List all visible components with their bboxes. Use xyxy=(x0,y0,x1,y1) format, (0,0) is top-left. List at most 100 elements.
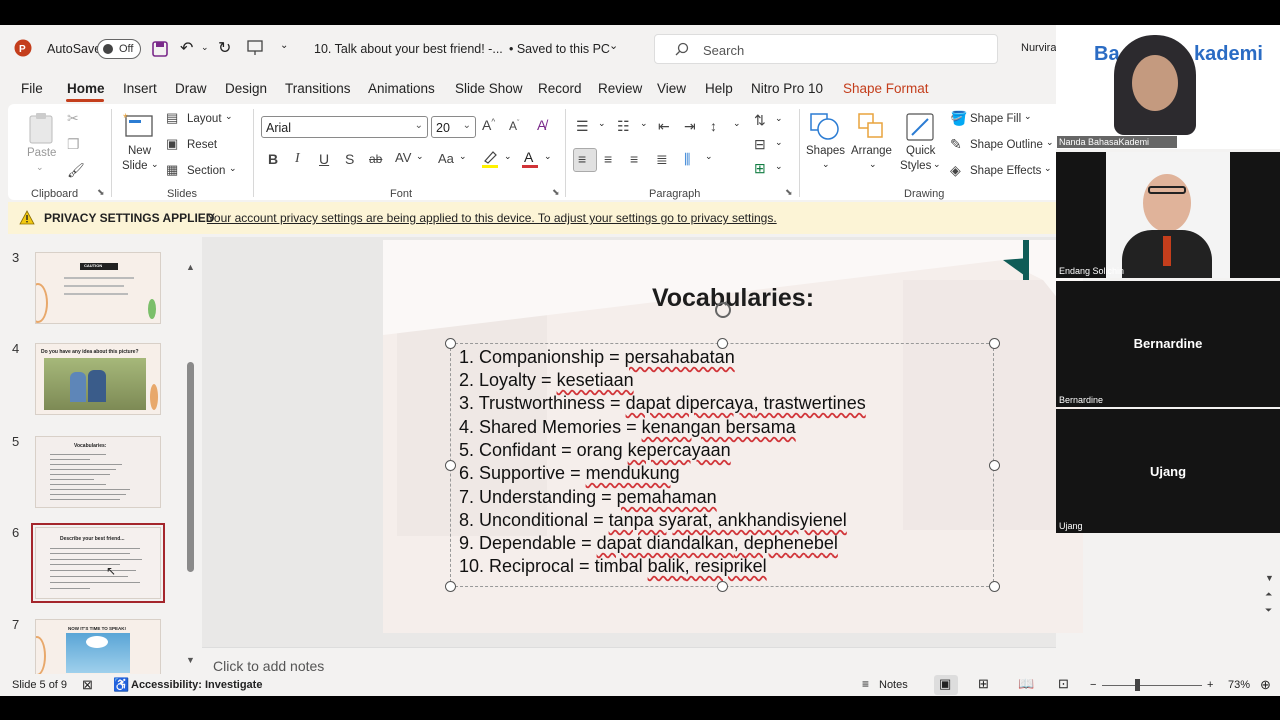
font-launcher-icon[interactable]: ⬊ xyxy=(552,187,560,198)
smartart-chevron-icon[interactable]: ⌄ xyxy=(775,161,783,172)
tab-shape-format[interactable]: Shape Format xyxy=(843,81,929,96)
tab-nitro-pro[interactable]: Nitro Pro 10 xyxy=(751,81,823,96)
zoom-level[interactable]: 73% xyxy=(1228,679,1250,691)
new-slide-chevron-icon[interactable]: ⌄ xyxy=(151,159,159,170)
quick-styles-label-2[interactable]: Styles xyxy=(900,160,931,172)
present-icon[interactable] xyxy=(247,40,263,56)
undo-icon[interactable]: ↶ xyxy=(180,38,193,58)
increase-font-icon[interactable]: A^ xyxy=(482,117,495,133)
autosave-toggle[interactable]: Off xyxy=(97,39,141,59)
cut-icon[interactable]: ✂ xyxy=(67,110,79,127)
slide-thumbnail-5[interactable]: Vocabularies: xyxy=(35,436,161,508)
font-size-select[interactable]: 20 ⌄ xyxy=(431,116,476,138)
vocabulary-textbox[interactable]: 1. Companionship = persahabatan 2. Loyal… xyxy=(450,343,994,587)
scroll-down-icon[interactable]: ▼ xyxy=(186,655,195,665)
participant-tile[interactable]: Bernardine Bernardine xyxy=(1056,281,1280,407)
zoom-in-icon[interactable]: + xyxy=(1207,679,1213,691)
resize-handle[interactable] xyxy=(445,460,456,471)
justify-icon[interactable]: ≣ xyxy=(656,151,668,168)
paste-label[interactable]: Paste xyxy=(27,147,56,159)
rotate-handle-icon[interactable] xyxy=(713,300,733,320)
quick-styles-chevron-icon[interactable]: ⌄ xyxy=(933,159,941,170)
slide-title[interactable]: Vocabularies: xyxy=(383,284,1083,313)
zoom-out-icon[interactable]: − xyxy=(1090,679,1096,691)
slide-thumbnail-6[interactable]: Describe your best friend... ↖ xyxy=(31,523,165,603)
underline-icon[interactable]: U xyxy=(319,151,329,167)
redo-icon[interactable]: ↻ xyxy=(218,38,231,58)
columns-chevron-icon[interactable]: ⌄ xyxy=(705,151,713,162)
decrease-indent-icon[interactable]: ⇤ xyxy=(658,118,670,135)
save-status-chevron-icon[interactable]: ⌄ xyxy=(609,39,618,52)
shape-outline-label[interactable]: Shape Outline xyxy=(970,139,1043,151)
layout-chevron-icon[interactable]: ⌄ xyxy=(225,111,233,122)
previous-slide-icon[interactable]: ⏶ xyxy=(1265,589,1272,600)
resize-handle[interactable] xyxy=(989,460,1000,471)
tab-record[interactable]: Record xyxy=(538,81,582,96)
tab-file[interactable]: File xyxy=(21,81,43,96)
shapes-label[interactable]: Shapes xyxy=(806,145,845,157)
shapes-icon[interactable] xyxy=(808,111,842,143)
numbering-icon[interactable]: ☷ xyxy=(617,118,630,135)
quick-styles-label[interactable]: Quick xyxy=(906,145,935,157)
format-painter-icon[interactable]: 🖌 xyxy=(67,162,85,179)
tab-animations[interactable]: Animations xyxy=(368,81,435,96)
shape-fill-icon[interactable]: 🪣 xyxy=(950,110,967,127)
fit-slide-icon[interactable]: ⊕ xyxy=(1260,677,1271,693)
bullets-chevron-icon[interactable]: ⌄ xyxy=(598,118,606,129)
accessibility-icon[interactable]: ♿ xyxy=(113,677,129,693)
italic-icon[interactable]: I xyxy=(295,151,300,167)
tab-review[interactable]: Review xyxy=(598,81,642,96)
shape-outline-icon[interactable]: ✎ xyxy=(950,136,962,153)
shapes-chevron-icon[interactable]: ⌄ xyxy=(822,159,830,170)
customize-toolbar-icon[interactable]: ⌄ xyxy=(280,40,288,51)
slide-sorter-icon[interactable]: ⊞ xyxy=(978,676,989,692)
character-spacing-icon[interactable]: AV xyxy=(395,150,411,165)
participant-tile[interactable]: Endang Solichin xyxy=(1056,152,1280,278)
participant-tile[interactable]: Ujang Ujang xyxy=(1056,409,1280,533)
save-icon[interactable] xyxy=(152,41,168,57)
copy-icon[interactable]: ❐ xyxy=(67,136,80,153)
shadow-icon[interactable]: S xyxy=(345,151,354,167)
reset-label[interactable]: Reset xyxy=(187,139,217,151)
bold-icon[interactable]: B xyxy=(268,151,278,167)
reset-icon[interactable]: ▣ xyxy=(166,136,178,152)
highlight-chevron-icon[interactable]: ⌄ xyxy=(504,151,512,162)
section-label[interactable]: Section xyxy=(187,165,225,177)
clipboard-launcher-icon[interactable]: ⬊ xyxy=(97,187,105,198)
increase-indent-icon[interactable]: ⇥ xyxy=(684,118,696,135)
numbering-chevron-icon[interactable]: ⌄ xyxy=(640,118,648,129)
text-direction-icon[interactable]: ⇅ xyxy=(754,112,766,129)
participant-tile[interactable]: Ba kademi Nanda BahasaKademi xyxy=(1056,25,1280,149)
tab-help[interactable]: Help xyxy=(705,81,733,96)
change-case-chevron-icon[interactable]: ⌄ xyxy=(459,151,467,162)
zoom-slider[interactable] xyxy=(1102,685,1202,686)
section-chevron-icon[interactable]: ⌄ xyxy=(229,163,237,174)
align-center-icon[interactable]: ≡ xyxy=(604,151,612,167)
shape-effects-chevron-icon[interactable]: ⌄ xyxy=(1044,163,1052,174)
tab-draw[interactable]: Draw xyxy=(175,81,207,96)
line-spacing-chevron-icon[interactable]: ⌄ xyxy=(733,118,741,129)
spelling-check-icon[interactable]: ⊠ xyxy=(82,677,93,693)
new-slide-label[interactable]: New xyxy=(128,145,151,157)
arrange-label[interactable]: Arrange xyxy=(851,145,892,157)
resize-handle[interactable] xyxy=(445,581,456,592)
next-slide-icon[interactable]: ⏷ xyxy=(1265,605,1272,616)
section-icon[interactable]: ▦ xyxy=(166,162,178,178)
arrange-icon[interactable] xyxy=(856,111,888,143)
tab-slide-show[interactable]: Slide Show xyxy=(455,81,523,96)
highlight-icon[interactable] xyxy=(481,149,499,169)
tab-design[interactable]: Design xyxy=(225,81,267,96)
zoom-slider-thumb[interactable] xyxy=(1135,679,1140,691)
shape-fill-chevron-icon[interactable]: ⌄ xyxy=(1024,111,1032,122)
shape-effects-icon[interactable]: ◈ xyxy=(950,162,961,179)
font-color-icon[interactable]: A xyxy=(521,149,539,169)
new-slide-icon[interactable]: * xyxy=(123,112,155,140)
layout-label[interactable]: Layout xyxy=(187,113,222,125)
shape-effects-label[interactable]: Shape Effects xyxy=(970,165,1041,177)
accessibility-status[interactable]: Accessibility: Investigate xyxy=(131,679,262,691)
quick-styles-icon[interactable] xyxy=(904,111,936,143)
notes-icon[interactable]: ≡ xyxy=(862,677,869,691)
tab-view[interactable]: View xyxy=(657,81,686,96)
resize-handle[interactable] xyxy=(989,581,1000,592)
tab-insert[interactable]: Insert xyxy=(123,81,157,96)
